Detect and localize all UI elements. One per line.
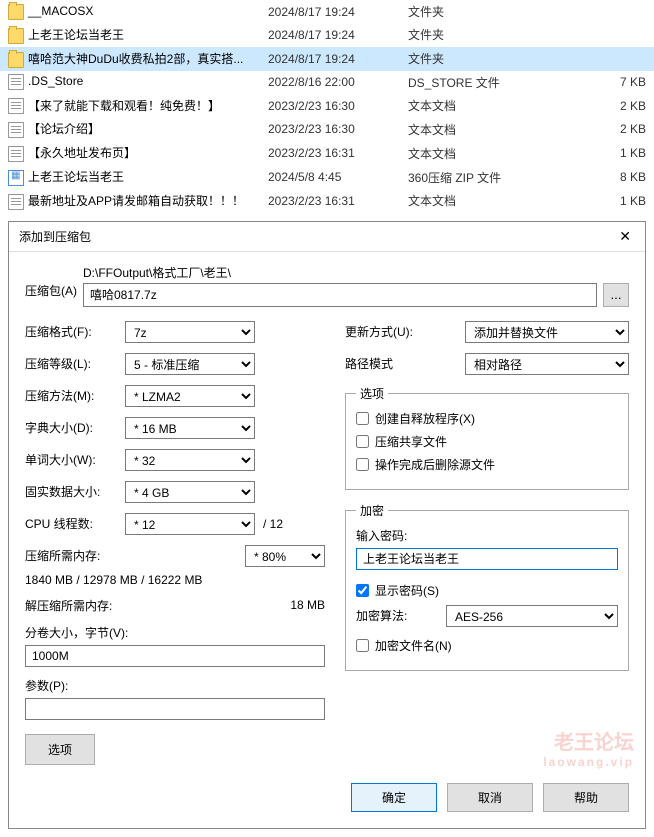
sfx-label: 创建自释放程序(X) [375,410,475,427]
params-input[interactable] [25,698,325,720]
cpu-total: / 12 [263,517,283,531]
folder-icon [8,52,24,68]
dialog-title: 添加到压缩包 [19,228,91,245]
delete-checkbox[interactable] [356,458,369,471]
ok-button[interactable]: 确定 [351,783,437,812]
enc-filenames-label: 加密文件名(N) [375,637,452,654]
table-row[interactable]: 上老王论坛当老王2024/8/17 19:24文件夹 [0,23,654,47]
enc-method-select[interactable]: AES-256 [446,605,618,627]
archive-filename-input[interactable] [83,283,597,307]
split-label: 分卷大小，字节(V): [25,624,325,641]
file-icon [8,146,24,162]
table-row[interactable]: .DS_Store2022/8/16 22:00DS_STORE 文件7 KB [0,71,654,94]
table-row[interactable]: 【永久地址发布页】2023/2/23 16:31文本文档1 KB [0,141,654,165]
browse-button[interactable]: ... [603,283,629,307]
file-list: __MACOSX2024/8/17 19:24文件夹上老王论坛当老王2024/8… [0,0,654,213]
share-checkbox[interactable] [356,435,369,448]
word-label: 单词大小(W): [25,451,125,468]
archive-path-text: D:\FFOutput\格式工厂\老王\ [83,264,629,281]
cancel-button[interactable]: 取消 [447,783,533,812]
params-label: 参数(P): [25,677,325,694]
close-icon[interactable]: ✕ [615,228,635,245]
method-label: 压缩方法(M): [25,387,125,404]
cpu-select[interactable]: * 12 [125,513,255,535]
split-input[interactable] [25,645,325,667]
table-row[interactable]: 【来了就能下载和观看！纯免费！】2023/2/23 16:30文本文档2 KB [0,94,654,118]
options-button[interactable]: 选项 [25,734,95,765]
show-password-label: 显示密码(S) [375,582,439,599]
share-label: 压缩共享文件 [375,433,447,450]
solid-label: 固实数据大小: [25,483,125,500]
options-legend: 选项 [356,385,388,402]
table-row[interactable]: 【论坛介绍】2023/2/23 16:30文本文档2 KB [0,117,654,141]
file-icon [8,74,24,90]
cpu-label: CPU 线程数: [25,515,125,532]
level-select[interactable]: 5 - 标准压缩 [125,353,255,375]
encryption-fieldset: 加密 输入密码: 显示密码(S) 加密算法:AES-256 加密文件名(N) [345,502,629,671]
pathmode-label: 路径模式 [345,355,465,372]
archive-label: 压缩包(A) [25,264,77,299]
options-fieldset: 选项 创建自释放程序(X) 压缩共享文件 操作完成后删除源文件 [345,385,629,490]
table-row[interactable]: 嘻哈范大神DuDu收费私拍2部，真实搭...2024/8/17 19:24文件夹 [0,47,654,71]
level-label: 压缩等级(L): [25,355,125,372]
pathmode-select[interactable]: 相对路径 [465,353,629,375]
solid-select[interactable]: * 4 GB [125,481,255,503]
enc-filenames-checkbox[interactable] [356,639,369,652]
archive-dialog: 添加到压缩包 ✕ 压缩包(A) D:\FFOutput\格式工厂\老王\ ...… [8,221,646,829]
mem-comp-text: 1840 MB / 12978 MB / 16222 MB [25,573,325,587]
word-select[interactable]: * 32 [125,449,255,471]
password-input[interactable] [356,548,618,570]
help-button[interactable]: 帮助 [543,783,629,812]
update-select[interactable]: 添加并替换文件 [465,321,629,343]
password-label: 输入密码: [356,527,618,544]
encryption-legend: 加密 [356,502,388,519]
zip-icon [8,170,24,186]
table-row[interactable]: 上老王论坛当老王2024/5/8 4:45360压缩 ZIP 文件8 KB [0,165,654,189]
show-password-checkbox[interactable] [356,584,369,597]
mem-decomp-value: 18 MB [290,598,325,612]
file-icon [8,98,24,114]
dict-select[interactable]: * 16 MB [125,417,255,439]
table-row[interactable]: 最新地址及APP请发邮箱自动获取！！！2023/2/23 16:31文本文档1 … [0,189,654,213]
mem-pct-select[interactable]: * 80% [245,545,325,567]
method-select[interactable]: * LZMA2 [125,385,255,407]
delete-label: 操作完成后删除源文件 [375,456,495,473]
table-row[interactable]: __MACOSX2024/8/17 19:24文件夹 [0,0,654,23]
file-icon [8,122,24,138]
enc-method-label: 加密算法: [356,607,446,624]
update-label: 更新方式(U): [345,323,465,340]
format-label: 压缩格式(F): [25,323,125,340]
folder-icon [8,4,24,20]
file-icon [8,194,24,210]
mem-comp-label: 压缩所需内存: [25,547,245,564]
sfx-checkbox[interactable] [356,412,369,425]
mem-decomp-label: 解压缩所需内存: [25,597,112,614]
format-select[interactable]: 7z [125,321,255,343]
folder-icon [8,28,24,44]
dict-label: 字典大小(D): [25,419,125,436]
